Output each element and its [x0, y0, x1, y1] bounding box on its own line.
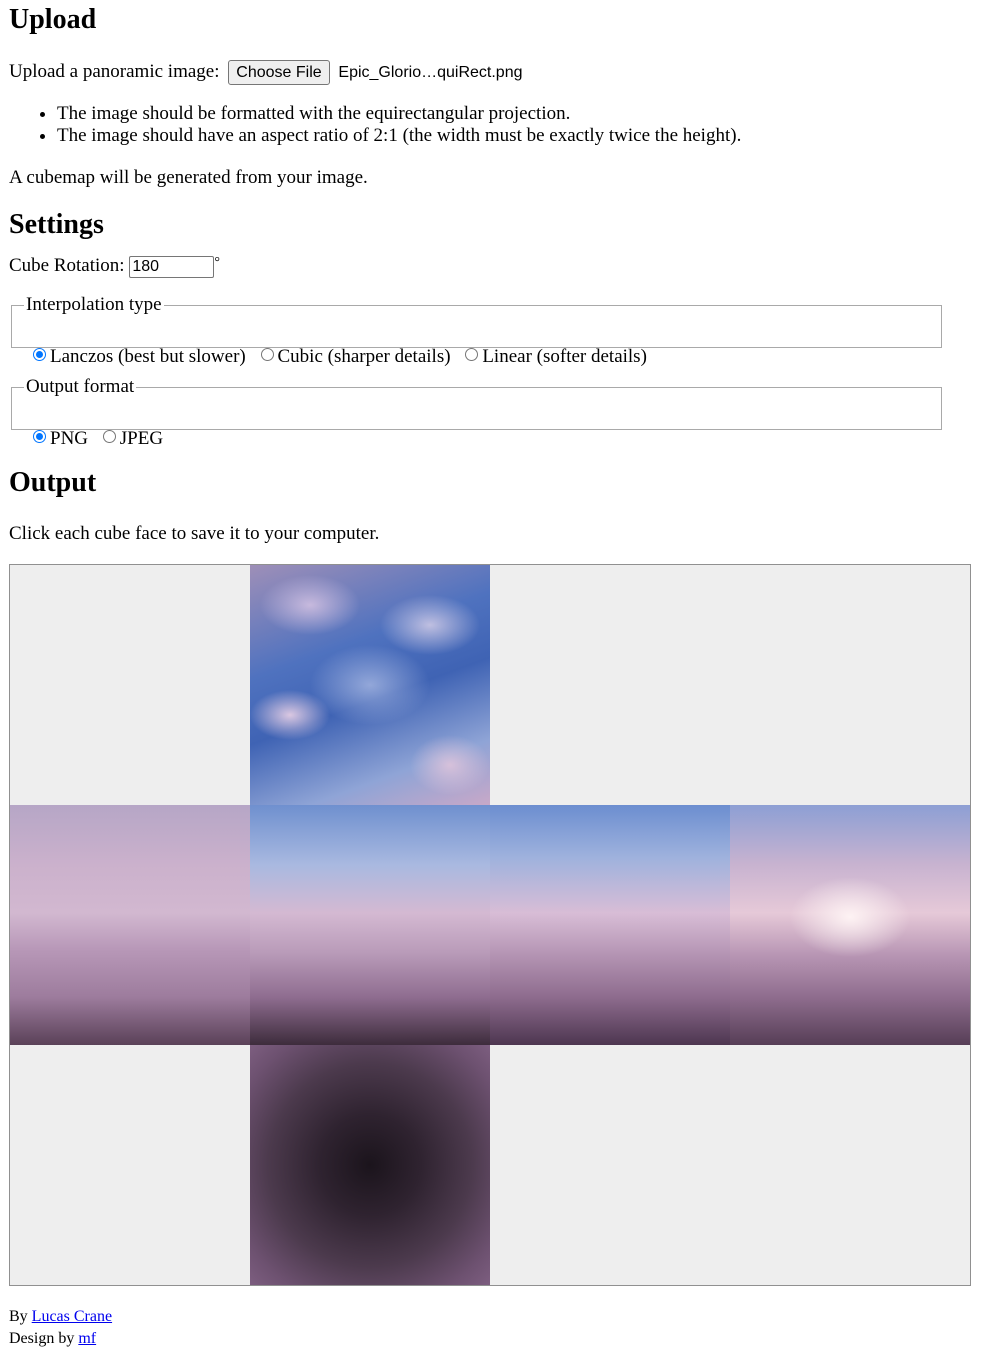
output-instruction: Click each cube face to save it to your … [9, 523, 380, 544]
rotation-label: Cube Rotation: [9, 255, 125, 276]
interpolation-options: Lanczos (best but slower) Cubic (sharper… [33, 346, 657, 368]
radio-option-lanczos[interactable]: Lanczos (best but slower) [33, 346, 246, 367]
output-heading: Output [9, 467, 97, 498]
degree-unit: ° [214, 255, 220, 270]
radio-lanczos[interactable] [33, 348, 46, 362]
settings-heading: Settings [9, 209, 104, 240]
upload-row: Upload a panoramic image: Choose File Ep… [9, 60, 522, 85]
upload-prompt: Upload a panoramic image: [9, 60, 220, 82]
radio-label-linear[interactable]: Linear (softer details) [482, 346, 647, 367]
choose-file-button[interactable]: Choose File [228, 60, 330, 85]
cube-rotation-input[interactable]: 180 [129, 255, 215, 278]
cube-face-right[interactable] [490, 805, 730, 1045]
designer-link[interactable]: mf [78, 1330, 96, 1347]
footer-design-label: Design by [9, 1330, 75, 1347]
cube-face-back[interactable] [730, 805, 970, 1045]
interpolation-legend: Interpolation type [26, 294, 162, 315]
radio-option-linear[interactable]: Linear (softer details) [465, 346, 647, 367]
radio-option-jpeg[interactable]: JPEG [102, 428, 163, 449]
cubemap-note: A cubemap will be generated from your im… [9, 167, 368, 188]
footer-by-label: By [9, 1308, 28, 1325]
interpolation-fieldset: Interpolation type Lanczos (best but slo… [11, 294, 942, 367]
cubemap-output [9, 564, 971, 1286]
radio-option-cubic[interactable]: Cubic (sharper details) [260, 346, 451, 367]
list-item: The image should have an aspect ratio of… [57, 125, 741, 147]
author-link[interactable]: Lucas Crane [32, 1308, 112, 1325]
radio-label-png[interactable]: PNG [50, 428, 88, 449]
radio-label-lanczos[interactable]: Lanczos (best but slower) [50, 346, 246, 367]
output-format-fieldset: Output format PNG JPEG [11, 376, 942, 449]
radio-jpeg[interactable] [102, 430, 116, 444]
upload-heading: Upload [9, 4, 97, 35]
radio-option-png[interactable]: PNG [33, 428, 88, 449]
cube-face-top[interactable] [250, 565, 490, 805]
radio-label-cubic[interactable]: Cubic (sharper details) [278, 346, 451, 367]
cube-face-front[interactable] [250, 805, 490, 1045]
output-format-legend: Output format [26, 376, 135, 397]
radio-label-jpeg[interactable]: JPEG [120, 428, 163, 449]
selected-file-name: Epic_Glorio…quiRect.png [338, 63, 523, 81]
radio-cubic[interactable] [260, 348, 274, 362]
rotation-row: Cube Rotation: 180 ° [9, 255, 220, 278]
cube-face-left[interactable] [10, 805, 250, 1045]
requirements-list: The image should be formatted with the e… [9, 103, 741, 147]
cube-face-bottom[interactable] [250, 1045, 490, 1285]
footer-author: By Lucas Crane [9, 1308, 112, 1326]
radio-linear[interactable] [465, 348, 479, 362]
footer-design: Design by mf [9, 1330, 96, 1348]
list-item: The image should be formatted with the e… [57, 103, 741, 125]
radio-png[interactable] [33, 430, 46, 444]
format-options: PNG JPEG [33, 428, 173, 450]
